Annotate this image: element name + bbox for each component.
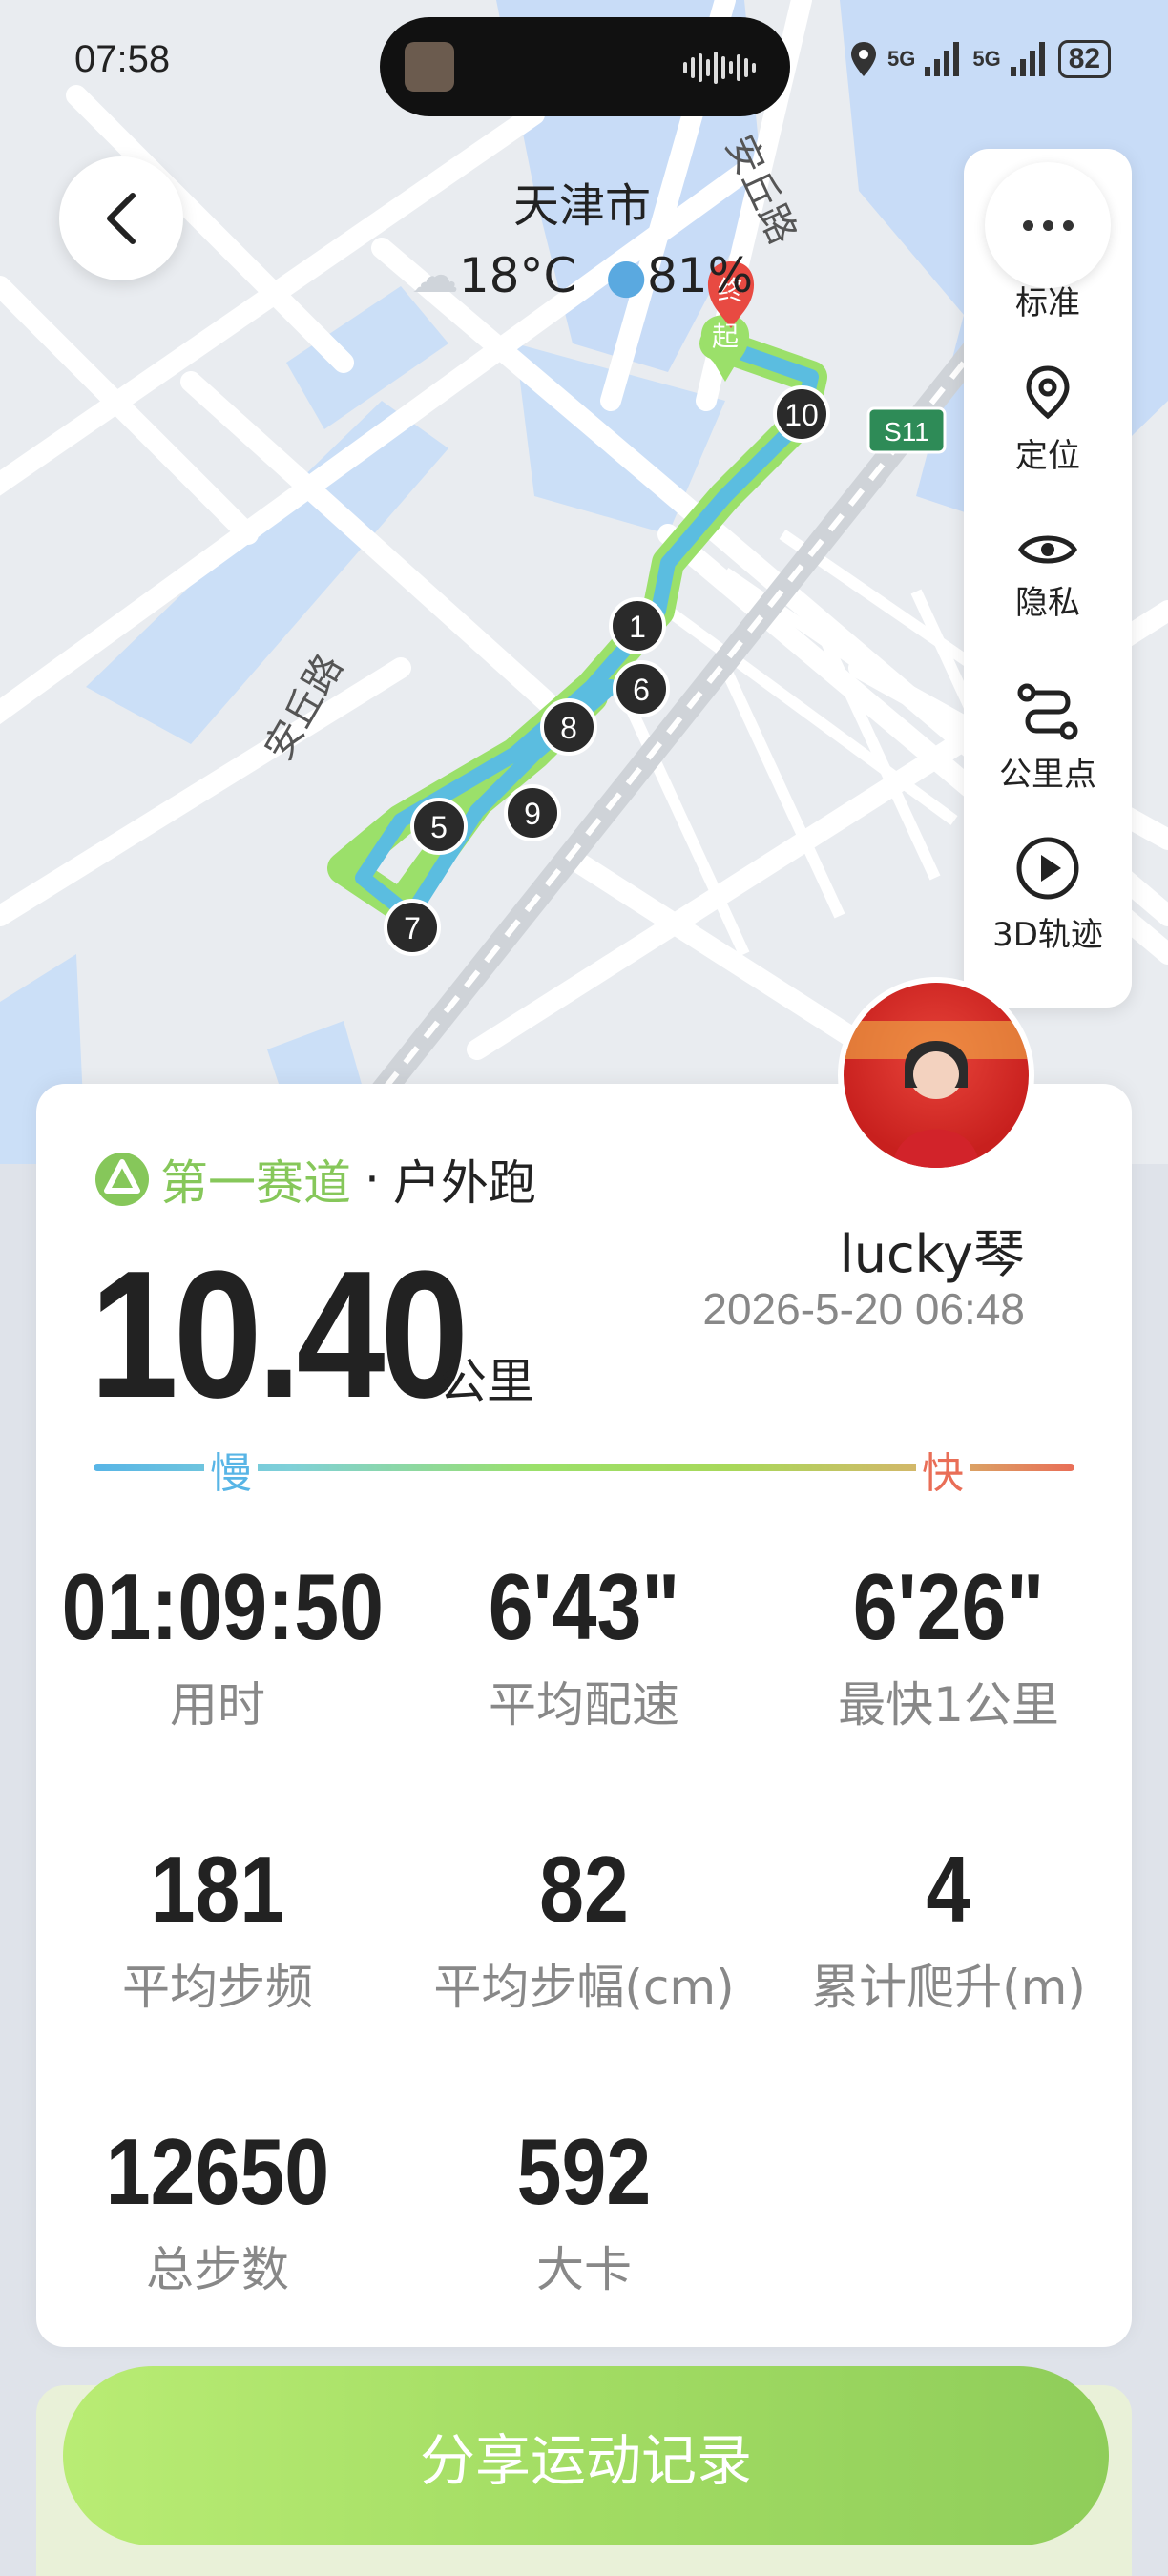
pace-fast-label: 快 [916, 1439, 970, 1500]
metric-cadence: 181 平均步频 [122, 1837, 313, 2015]
username: lucky琴 [839, 1224, 1025, 1284]
metric-avg-pace: 6'43" 平均配速 [488, 1554, 680, 1733]
distance-unit: 公里 [439, 1354, 534, 1409]
svg-text:9: 9 [524, 797, 541, 831]
brand-logo-icon [95, 1153, 149, 1206]
svg-text:7: 7 [404, 911, 421, 945]
svg-text:8: 8 [560, 711, 577, 745]
cloud-icon: ☁ [410, 248, 459, 303]
more-button[interactable] [985, 162, 1111, 288]
km-marker-8: 8 [540, 698, 597, 756]
tool-km-points[interactable]: 公里点 [964, 683, 1132, 795]
metric-duration: 01:09:50 用时 [61, 1554, 384, 1733]
metric-elevation: 4 累计爬升(m) [811, 1837, 1086, 2015]
avatar[interactable] [838, 977, 1034, 1174]
sport-type: 户外跑 [392, 1155, 536, 1211]
record-datetime: 2026-5-20 06:48 [702, 1284, 1025, 1334]
tool-locate[interactable]: 定位 [964, 364, 1132, 476]
share-record-button[interactable]: 分享运动记录 [63, 2366, 1109, 2545]
avatar-photo [844, 1021, 1029, 1168]
dynamic-island[interactable] [380, 17, 790, 116]
brand-row: 第一赛道 · 户外跑 [94, 1145, 536, 1214]
play-icon [1016, 837, 1079, 900]
humidity-icon: ● [605, 248, 647, 303]
battery-icon: 82 [1057, 40, 1112, 78]
start-label: 起 [712, 321, 739, 352]
map-tools-sidebar: 标准 定位 隐私 公里点 3D轨迹 [964, 149, 1132, 1008]
brand-name: 第一赛道 [160, 1155, 351, 1211]
temperature: 18°C [458, 248, 577, 303]
signal-icon-2 [1010, 42, 1045, 76]
svg-text:10: 10 [784, 398, 819, 432]
location-status-icon [851, 42, 876, 76]
km-marker-10: 10 [773, 385, 830, 443]
status-icons: 5G 5G 82 [849, 40, 1112, 78]
highway-badge: S11 [866, 406, 947, 454]
km-marker-1: 1 [609, 597, 666, 654]
tool-3d-track[interactable]: 3D轨迹 [964, 836, 1132, 955]
km-marker-6: 6 [613, 660, 670, 717]
km-marker-7: 7 [384, 899, 441, 956]
svg-text:1: 1 [629, 610, 646, 644]
audio-wave-icon [683, 52, 756, 84]
media-thumbnail [405, 42, 454, 92]
svg-text:S11: S11 [884, 417, 929, 447]
signal-icon [925, 42, 960, 76]
humidity: 81% [646, 248, 754, 303]
svg-text:5: 5 [430, 810, 448, 844]
status-time: 07:58 [74, 38, 171, 80]
distance-value: 10.40 [90, 1234, 469, 1436]
back-button[interactable] [59, 156, 183, 280]
tool-standard[interactable]: 标准 [964, 277, 1132, 323]
location-icon [1026, 365, 1070, 420]
metric-stride: 82 平均步幅(cm) [433, 1837, 735, 2015]
pace-slow-label: 慢 [204, 1439, 258, 1500]
separator: · [365, 1152, 380, 1207]
km-marker-5: 5 [410, 798, 468, 855]
city-weather: 天津市 ☁18°C ●81% [382, 168, 782, 303]
km-marker-9: 9 [504, 784, 561, 841]
eye-icon [1018, 535, 1077, 564]
svg-text:6: 6 [633, 673, 650, 707]
city-name: 天津市 [512, 179, 651, 233]
weather-row: ☁18°C ●81% [382, 248, 782, 303]
tool-privacy[interactable]: 隐私 [964, 530, 1132, 623]
more-icon [1022, 219, 1033, 231]
chevron-left-icon [107, 193, 136, 244]
metric-fastest-km: 6'26" 最快1公里 [838, 1554, 1059, 1733]
metric-calories: 592 大卡 [516, 2119, 652, 2297]
metric-total-steps: 12650 总步数 [105, 2119, 330, 2297]
route-icon [1017, 683, 1078, 740]
